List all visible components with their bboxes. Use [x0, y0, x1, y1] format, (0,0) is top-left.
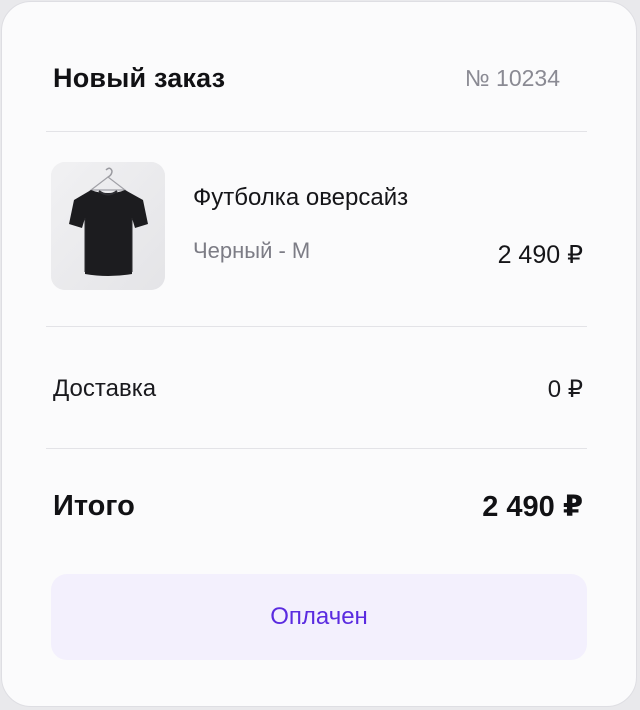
total-label: Итого [53, 489, 135, 522]
product-variant: Черный - M [193, 238, 311, 263]
total-row: Итого 2 490 ₽ [46, 482, 587, 530]
divider [46, 448, 587, 449]
delivery-label: Доставка [53, 375, 157, 402]
delivery-cost: 0 ₽ [547, 375, 583, 403]
tshirt-icon [51, 162, 165, 290]
order-header: Новый заказ № 10234 [46, 54, 587, 102]
product-image [51, 162, 165, 290]
order-number: № 10234 [464, 64, 560, 91]
order-title: Новый заказ [53, 62, 226, 93]
delivery-row: Доставка 0 ₽ [46, 366, 587, 412]
divider [46, 131, 587, 132]
order-item[interactable]: Футболка оверсайз Черный - M 2 490 ₽ [51, 162, 583, 290]
product-price: 2 490 ₽ [497, 241, 583, 269]
order-card: Новый заказ № 10234 Футболка оверсайз Че… [1, 1, 637, 707]
product-name: Футболка оверсайз [193, 184, 409, 211]
payment-status-button[interactable]: Оплачен [51, 574, 587, 660]
divider [46, 326, 587, 327]
total-amount: 2 490 ₽ [482, 490, 583, 523]
